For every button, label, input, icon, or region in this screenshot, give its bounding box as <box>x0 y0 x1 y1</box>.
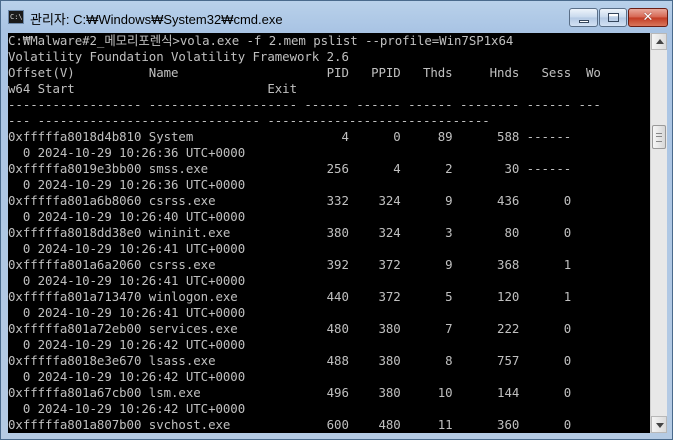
vertical-scrollbar[interactable] <box>650 33 667 433</box>
minimize-icon <box>579 20 589 23</box>
console-line: --- ------------------------------ -----… <box>8 113 490 128</box>
console-line: 0 2024-10-29 10:26:36 UTC+0000 <box>8 177 246 192</box>
cmd-window: C:\ 관리자: C:₩Windows₩System32₩cmd.exe ✕ C… <box>0 0 673 440</box>
scroll-down-arrow-icon <box>656 423 664 428</box>
console-line: 0xfffffa801a713470 winlogon.exe 440 372 … <box>8 289 572 304</box>
window-title: 관리자: C:₩Windows₩System32₩cmd.exe <box>30 12 283 27</box>
console-line: 0 2024-10-29 10:26:41 UTC+0000 <box>8 241 246 256</box>
console-line: 0xfffffa801a67cb00 lsm.exe 496 380 10 14… <box>8 385 572 400</box>
minimize-button[interactable] <box>569 8 598 27</box>
console-line: 0xfffffa801a6a2060 csrss.exe 392 372 9 3… <box>8 257 572 272</box>
console-line: 0xfffffa8018dd38e0 wininit.exe 380 324 3… <box>8 225 572 240</box>
console-line: 0 2024-10-29 10:26:42 UTC+0000 <box>8 369 246 384</box>
console-line: Volatility Foundation Volatility Framewo… <box>8 49 349 64</box>
console-line: 0xfffffa801a6b8060 csrss.exe 332 324 9 4… <box>8 193 572 208</box>
console-output[interactable]: C:₩Malware#2_메모리포렌식>vola.exe -f 2.mem ps… <box>8 33 650 433</box>
scroll-up-button[interactable] <box>651 33 667 50</box>
console-line: 0xfffffa8018d4b810 System 4 0 89 588 ---… <box>8 129 572 144</box>
console-line: 0 2024-10-29 10:26:41 UTC+0000 <box>8 273 246 288</box>
console-line: w64 Start Exit <box>8 81 297 96</box>
title-bar[interactable]: C:\ 관리자: C:₩Windows₩System32₩cmd.exe ✕ <box>1 1 672 33</box>
scroll-thumb[interactable] <box>652 125 666 149</box>
console-line: 0 2024-10-29 10:26:41 UTC+0000 <box>8 305 246 320</box>
maximize-button[interactable] <box>599 8 627 27</box>
maximize-icon <box>608 13 619 22</box>
console-line: 0 2024-10-29 10:26:36 UTC+0000 <box>8 145 246 160</box>
console-line: Offset(V) Name PID PPID Thds Hnds Sess W… <box>8 65 601 80</box>
console-line: ------------------ -------------------- … <box>8 97 601 112</box>
console-line: 0 2024-10-29 10:26:40 UTC+0000 <box>8 209 246 224</box>
console-line: 0xfffffa8019e3bb00 smss.exe 256 4 2 30 -… <box>8 161 572 176</box>
console-line: 0xfffffa801a807b00 svchost.exe 600 480 1… <box>8 417 572 432</box>
console-line: 0 2024-10-29 10:26:42 UTC+0000 <box>8 337 246 352</box>
console-line: C:₩Malware#2_메모리포렌식>vola.exe -f 2.mem ps… <box>8 33 514 48</box>
cmd-icon[interactable]: C:\ <box>8 10 24 24</box>
close-button[interactable]: ✕ <box>628 8 668 27</box>
close-icon: ✕ <box>642 10 654 25</box>
scroll-up-arrow-icon <box>656 39 664 44</box>
console-line: 0xfffffa801a72eb00 services.exe 480 380 … <box>8 321 572 336</box>
console-line: 0 2024-10-29 10:26:42 UTC+0000 <box>8 401 246 416</box>
console-line: 0xfffffa8018e3e670 lsass.exe 488 380 8 7… <box>8 353 572 368</box>
scroll-down-button[interactable] <box>651 416 667 433</box>
